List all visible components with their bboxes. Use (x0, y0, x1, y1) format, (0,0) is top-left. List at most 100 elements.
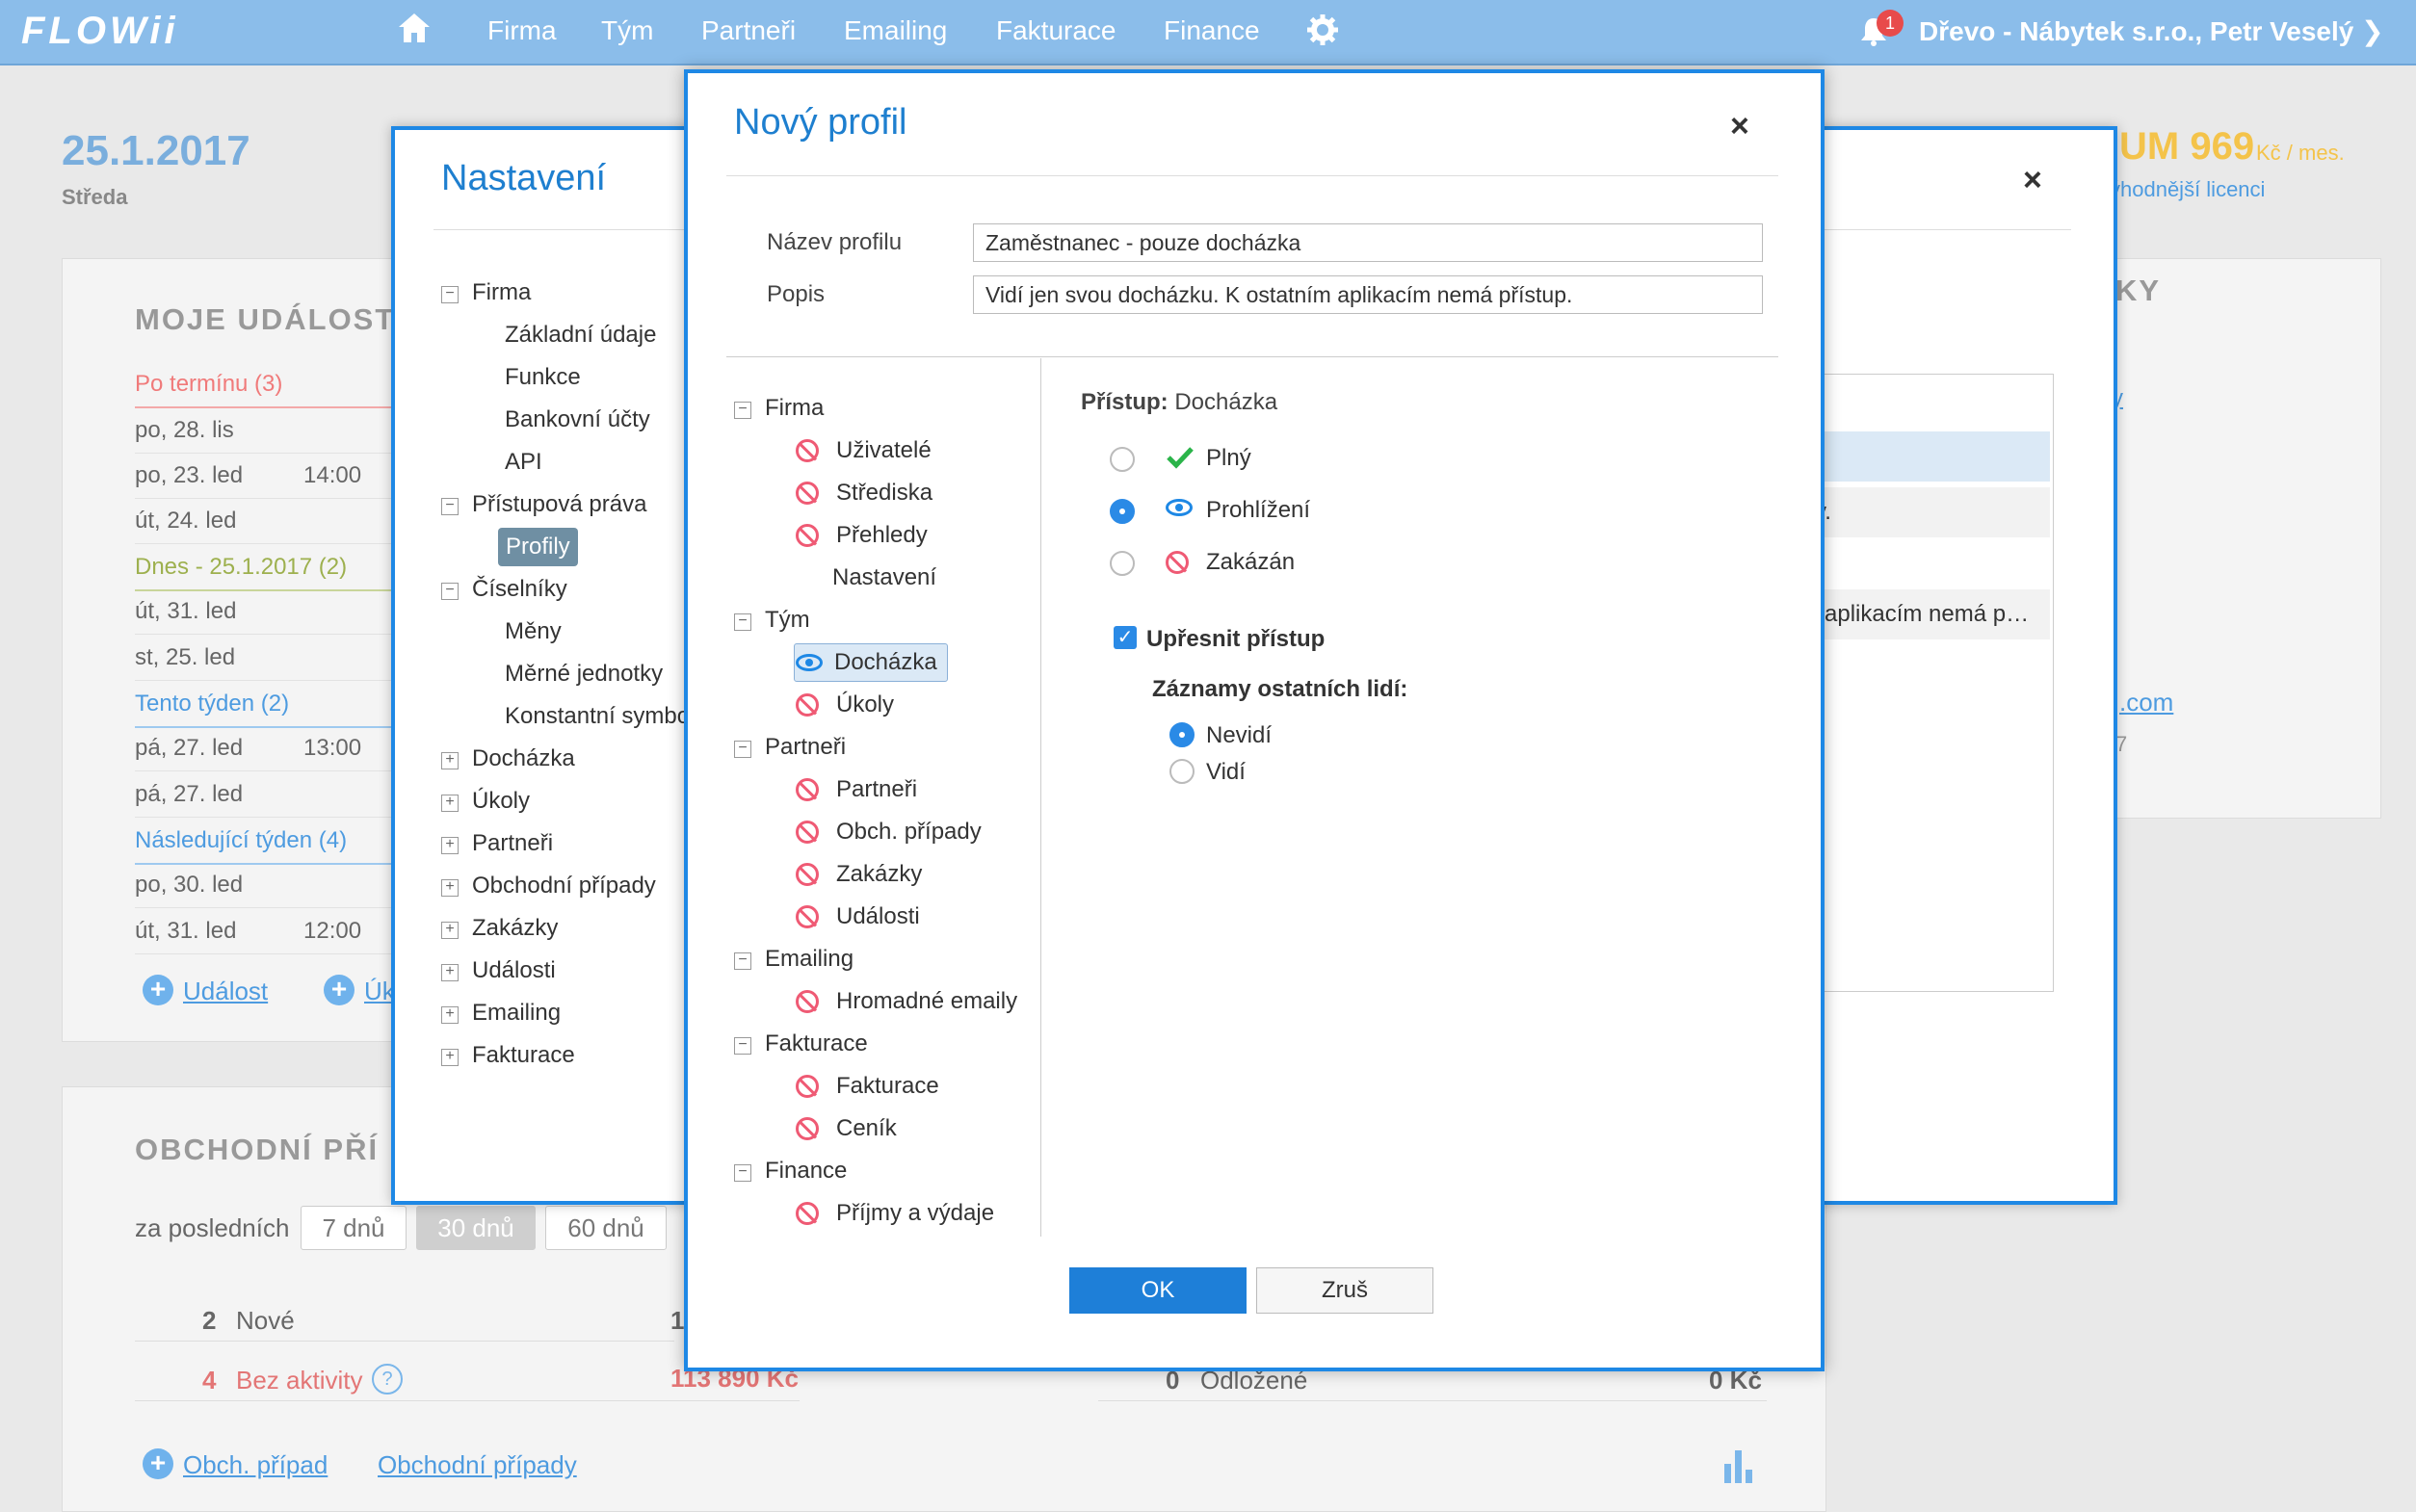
perm-item-obch-pripady[interactable]: Obch. případy (796, 819, 982, 846)
license-link[interactable]: ýhodnější licenci (2110, 177, 2265, 202)
stat-row-new[interactable]: 2 Nové 1 (135, 1300, 684, 1342)
collapse-icon[interactable]: − (734, 741, 751, 758)
help-icon[interactable]: ? (372, 1364, 403, 1395)
collapse-icon[interactable]: − (441, 286, 459, 303)
range-7-days[interactable]: 7 dnů (301, 1206, 407, 1250)
collapse-icon[interactable]: − (441, 583, 459, 600)
access-view-label[interactable]: Prohlížení (1206, 497, 1310, 524)
perm-item-uzivatele[interactable]: Uživatelé (796, 437, 932, 464)
event-row[interactable]: pá, 27. led (135, 772, 424, 818)
add-event-link[interactable]: Událost (183, 977, 268, 1006)
settings-tree-item[interactable]: Měny (505, 618, 562, 645)
event-row[interactable]: st, 25. led (135, 636, 424, 681)
nav-fakturace[interactable]: Fakturace (996, 15, 1116, 46)
perm-group-firma[interactable]: − Firma (734, 395, 824, 422)
perm-group-emailing[interactable]: − Emailing (734, 946, 853, 973)
settings-tree-collapsed[interactable]: + Zakázky (441, 915, 558, 942)
nav-partneri[interactable]: Partneři (701, 15, 796, 46)
event-row[interactable]: po, 30. led (135, 863, 424, 908)
settings-tree-item[interactable]: Funkce (505, 364, 581, 391)
event-row[interactable]: út, 31. led 12:00 (135, 909, 424, 954)
expand-icon[interactable]: + (441, 795, 459, 812)
collapse-icon[interactable]: − (734, 402, 751, 419)
refine-access-checkbox[interactable]: ✓ (1114, 626, 1137, 649)
settings-tree-collapsed[interactable]: + Úkoly (441, 788, 530, 815)
group-next-week[interactable]: Následující týden (4) (135, 819, 424, 865)
user-company-menu[interactable]: Dřevo - Nábytek s.r.o., Petr Veselý ❯ (1919, 15, 2384, 47)
settings-tree-firma[interactable]: − Firma (441, 279, 531, 306)
settings-tree-item[interactable]: Konstantní symbo (505, 703, 690, 730)
deals-list-link[interactable]: Obchodní případy (378, 1450, 577, 1480)
perm-item-zakazky[interactable]: Zakázky (796, 861, 922, 888)
profiles-list-row-selected[interactable] (1813, 431, 2050, 482)
nav-firma[interactable]: Firma (487, 15, 557, 46)
ok-button[interactable]: OK (1069, 1267, 1247, 1314)
perm-item-fakturace[interactable]: Fakturace (796, 1073, 939, 1100)
settings-tree-collapsed[interactable]: + Události (441, 957, 556, 984)
settings-tree-collapsed[interactable]: + Fakturace (441, 1042, 575, 1069)
perm-item-strediska[interactable]: Střediska (796, 480, 932, 507)
settings-tree-profily-selected[interactable]: Profily (498, 528, 578, 566)
access-full-radio[interactable] (1110, 447, 1135, 472)
perm-item-prehledy[interactable]: Přehledy (796, 522, 928, 549)
expand-icon[interactable]: + (441, 964, 459, 981)
perm-group-partneri[interactable]: − Partneři (734, 734, 846, 761)
settings-tree-collapsed[interactable]: + Obchodní případy (441, 873, 656, 899)
collapse-icon[interactable]: − (734, 613, 751, 631)
event-row[interactable]: út, 31. led (135, 589, 424, 635)
perm-item-prijmy-vydaje[interactable]: Příjmy a výdaje (796, 1200, 994, 1227)
new-profile-close-icon[interactable]: × (1730, 108, 1749, 145)
perm-group-finance[interactable]: − Finance (734, 1158, 847, 1185)
settings-tree-collapsed[interactable]: + Partneři (441, 830, 553, 857)
others-no-radio[interactable] (1169, 722, 1195, 747)
access-deny-radio[interactable] (1110, 551, 1135, 576)
nav-finance[interactable]: Finance (1164, 15, 1260, 46)
profiles-list-row[interactable]: aplikacím nemá p… (1813, 589, 2050, 639)
expand-icon[interactable]: + (441, 752, 459, 769)
perm-item-nastaveni[interactable]: Nastavení (832, 564, 936, 591)
bar-chart-icon[interactable] (1722, 1447, 1755, 1490)
profiles-list-row[interactable]: v. (1813, 487, 2050, 537)
group-today[interactable]: Dnes - 25.1.2017 (2) (135, 545, 424, 591)
access-view-radio[interactable] (1110, 499, 1135, 524)
settings-tree-item[interactable]: Základní údaje (505, 322, 656, 349)
event-row[interactable]: po, 28. lis (135, 408, 424, 454)
settings-tree-collapsed[interactable]: + Docházka (441, 745, 575, 772)
perm-item-partneri[interactable]: Partneři (796, 776, 917, 803)
home-icon[interactable] (397, 12, 432, 49)
nav-emailing[interactable]: Emailing (844, 15, 947, 46)
app-logo[interactable]: FLOWii (21, 10, 179, 53)
range-60-days[interactable]: 60 dnů (545, 1206, 667, 1250)
expand-icon[interactable]: + (441, 879, 459, 897)
nav-tym[interactable]: Tým (601, 15, 653, 46)
add-event-icon[interactable]: + (143, 975, 173, 1005)
settings-tree-prava[interactable]: − Přístupová práva (441, 491, 646, 518)
collapse-icon[interactable]: − (734, 1164, 751, 1182)
expand-icon[interactable]: + (441, 1006, 459, 1024)
settings-close-icon[interactable]: × (2023, 162, 2042, 199)
settings-tree-ciselniky[interactable]: − Číselníky (441, 576, 567, 603)
add-deal-link[interactable]: Obch. případ (183, 1450, 328, 1480)
profile-desc-input[interactable] (973, 275, 1763, 314)
perm-group-fakturace[interactable]: − Fakturace (734, 1030, 868, 1057)
perm-item-ukoly[interactable]: Úkoly (796, 691, 894, 718)
group-this-week[interactable]: Tento týden (2) (135, 682, 424, 728)
settings-tree-collapsed[interactable]: + Emailing (441, 1000, 561, 1027)
perm-group-tym[interactable]: − Tým (734, 607, 810, 634)
add-deal-icon[interactable]: + (143, 1448, 173, 1479)
collapse-icon[interactable]: − (734, 1037, 751, 1055)
event-row[interactable]: pá, 27. led 13:00 (135, 726, 424, 771)
perm-item-dochazka-selected[interactable]: Docházka (796, 649, 937, 676)
range-30-days[interactable]: 30 dnů (416, 1206, 536, 1250)
perm-item-udalosti[interactable]: Události (796, 903, 920, 930)
others-yes-label[interactable]: Vidí (1206, 759, 1246, 786)
access-full-label[interactable]: Plný (1206, 445, 1251, 472)
perm-item-cenik[interactable]: Ceník (796, 1115, 897, 1142)
add-task-link[interactable]: Úk (364, 977, 395, 1006)
gear-icon[interactable] (1306, 13, 1339, 51)
settings-tree-item[interactable]: API (505, 449, 542, 476)
perm-item-hromadne-emaily[interactable]: Hromadné emaily (796, 988, 1017, 1015)
right-email-link[interactable]: .com (2119, 688, 2173, 717)
group-late[interactable]: Po termínu (3) (135, 362, 424, 408)
collapse-icon[interactable]: − (734, 952, 751, 970)
